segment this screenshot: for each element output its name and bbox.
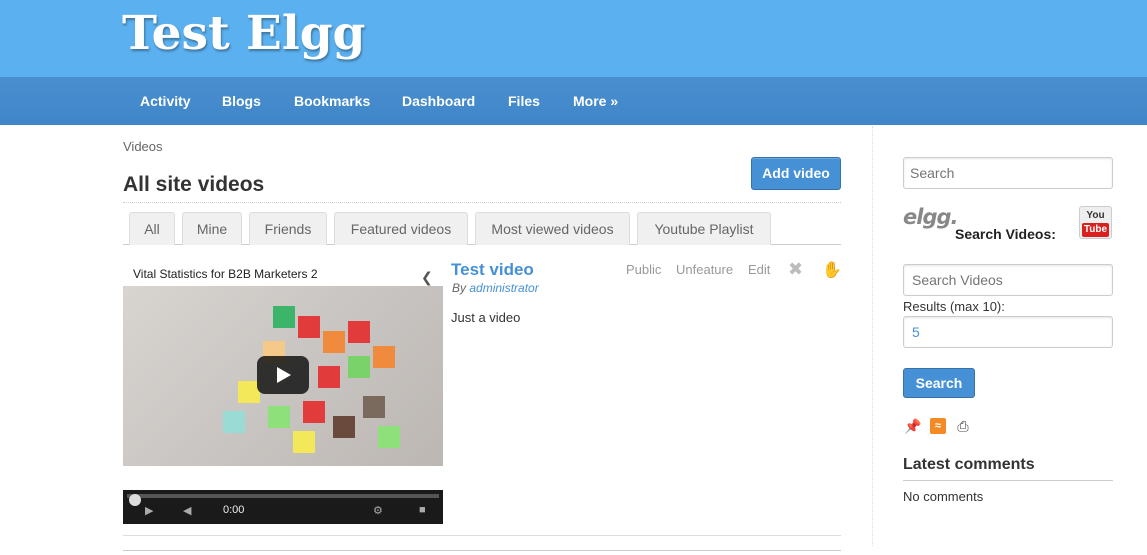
main-nav: Activity Blogs Bookmarks Dashboard Files… — [0, 77, 1147, 125]
cube-shape — [268, 406, 290, 428]
no-comments-text: No comments — [903, 489, 984, 504]
cube-shape — [348, 321, 370, 343]
tab-friends[interactable]: Friends — [249, 212, 327, 245]
nav-item-files[interactable]: Files — [490, 77, 558, 125]
cube-shape — [273, 306, 295, 328]
share-icon[interactable]: ❮ — [421, 265, 437, 285]
pin-icon[interactable]: 📌 — [904, 418, 921, 434]
cube-shape — [323, 331, 345, 353]
tab-mine[interactable]: Mine — [182, 212, 242, 245]
play-control-icon[interactable]: ▶ — [145, 504, 153, 517]
time-display: 0:00 — [223, 504, 245, 516]
cube-shape — [223, 411, 245, 433]
thumbs-up-icon[interactable]: ✋ — [822, 260, 842, 280]
breadcrumb[interactable]: Videos — [123, 139, 163, 154]
rss-icon[interactable]: ≈ — [930, 418, 946, 434]
edit-link[interactable]: Edit — [748, 262, 770, 277]
title-divider — [123, 202, 841, 203]
site-title[interactable]: Test Elgg — [122, 6, 365, 61]
progress-bar[interactable] — [127, 494, 439, 506]
item-divider — [123, 535, 841, 536]
public-link[interactable]: Public — [626, 262, 661, 277]
nav-item-activity[interactable]: Activity — [122, 77, 209, 125]
list-bottom-divider — [123, 550, 841, 551]
play-icon — [277, 367, 291, 383]
video-frame[interactable] — [123, 286, 443, 466]
cube-shape — [333, 416, 355, 438]
sidebar-divider — [872, 126, 873, 546]
add-video-button[interactable]: Add video — [751, 157, 841, 190]
cube-shape — [378, 426, 400, 448]
nav-item-blogs[interactable]: Blogs — [204, 77, 279, 125]
print-icon[interactable]: ⎙ — [955, 418, 971, 434]
results-label: Results (max 10): — [903, 299, 1005, 314]
video-embed-title-text: Vital Statistics for B2B Marketers 2 — [133, 267, 318, 281]
tab-youtube-playlist[interactable]: Youtube Playlist — [637, 212, 771, 245]
filter-tabs: All Mine Friends Featured videos Most vi… — [123, 212, 841, 245]
video-embed-title[interactable]: Vital Statistics for B2B Marketers 2 ❮ — [123, 262, 443, 286]
video-byline: By administrator — [452, 281, 539, 295]
settings-icon[interactable]: ⚙ — [373, 504, 383, 517]
search-videos-input[interactable] — [903, 264, 1113, 296]
unfeature-link[interactable]: Unfeature — [676, 262, 733, 277]
search-button[interactable]: Search — [903, 368, 975, 398]
video-controls[interactable]: ▶ ◀ 0:00 ⚙ ■ — [123, 490, 443, 524]
youtube-logo-bottom: Tube — [1081, 223, 1110, 237]
search-input[interactable] — [903, 157, 1113, 189]
volume-icon[interactable]: ◀ — [183, 504, 191, 517]
nav-item-dashboard[interactable]: Dashboard — [384, 77, 493, 125]
search-videos-label: Search Videos: — [955, 226, 1056, 242]
tab-featured-videos[interactable]: Featured videos — [334, 212, 468, 245]
video-description: Just a video — [451, 310, 521, 325]
byline-prefix: By — [452, 281, 467, 295]
tab-most-viewed-videos[interactable]: Most viewed videos — [475, 212, 630, 245]
page-title: All site videos — [123, 173, 265, 196]
video-item-title[interactable]: Test video — [451, 260, 534, 280]
cube-shape — [303, 401, 325, 423]
cube-shape — [363, 396, 385, 418]
site-header: Test Elgg — [0, 0, 1147, 77]
latest-comments-title: Latest comments — [903, 456, 1035, 473]
cube-shape — [318, 366, 340, 388]
author-link[interactable]: administrator — [469, 281, 538, 295]
delete-icon[interactable]: ✖ — [788, 259, 803, 280]
youtube-logo-top: You — [1086, 210, 1105, 221]
cube-shape — [298, 316, 320, 338]
cube-shape — [373, 346, 395, 368]
youtube-logo: You Tube — [1079, 206, 1112, 239]
tab-all[interactable]: All — [129, 212, 175, 245]
nav-item-bookmarks[interactable]: Bookmarks — [276, 77, 388, 125]
nav-item-more[interactable]: More » — [555, 77, 636, 125]
results-count-input[interactable] — [903, 316, 1113, 348]
play-button[interactable] — [257, 356, 309, 394]
elgg-logo: elgg. — [903, 205, 958, 229]
youtube-mini-icon[interactable]: ■ — [419, 504, 426, 516]
video-spacer — [123, 466, 443, 490]
progress-knob[interactable] — [129, 494, 141, 506]
cube-shape — [293, 431, 315, 453]
latest-comments-divider — [903, 480, 1113, 481]
video-player[interactable]: Vital Statistics for B2B Marketers 2 ❮ ▶… — [123, 262, 443, 524]
cube-shape — [348, 356, 370, 378]
